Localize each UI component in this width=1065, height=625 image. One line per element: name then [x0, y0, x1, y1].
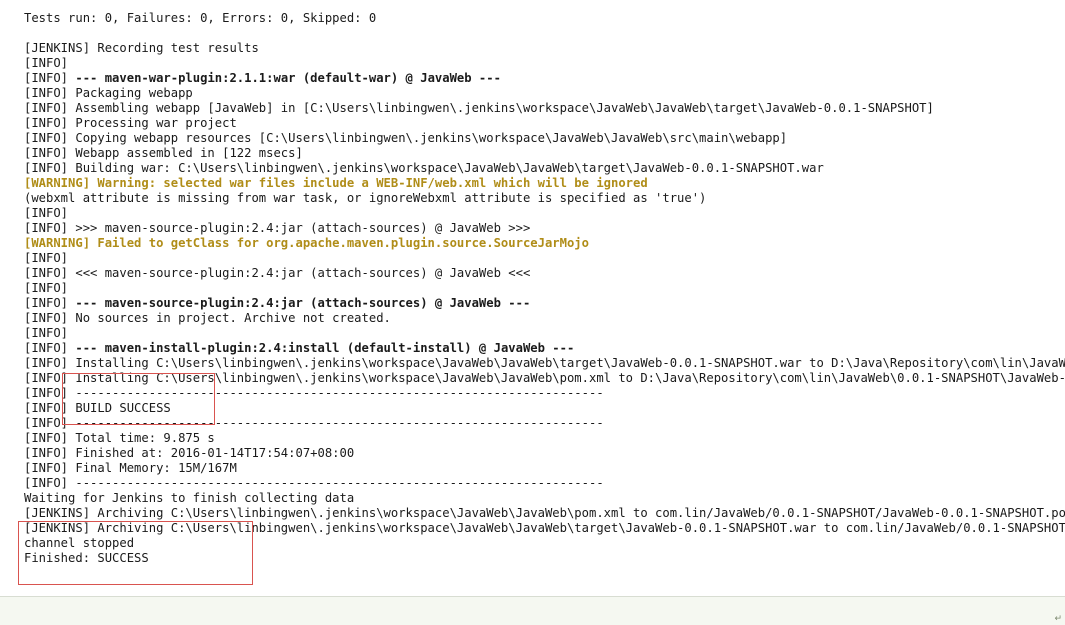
console-line: [INFO] Copying webapp resources [C:\User… [24, 131, 788, 145]
console-line: [INFO] --- maven-war-plugin:2.1.1:war (d… [24, 71, 501, 86]
log-level-tag: [INFO] [24, 341, 76, 355]
console-line: [INFO] --- maven-install-plugin:2.4:inst… [24, 341, 574, 356]
console-line: [INFO] [24, 206, 69, 220]
console-line: [INFO] ---------------------------------… [24, 476, 604, 490]
log-level-tag: [INFO] [24, 71, 76, 85]
console-line: [INFO] No sources in project. Archive no… [24, 311, 391, 325]
console-line: (webxml attribute is missing from war ta… [24, 191, 707, 205]
plugin-header-text: --- maven-install-plugin:2.4:install (de… [75, 341, 575, 355]
console-line: [INFO] --- maven-source-plugin:2.4:jar (… [24, 296, 530, 311]
console-line: [INFO] Processing war project [24, 116, 237, 130]
console-line: Waiting for Jenkins to finish collecting… [24, 491, 355, 505]
console-output-pane[interactable]: Tests run: 0, Failures: 0, Errors: 0, Sk… [0, 0, 1065, 596]
console-line: [INFO] Finished at: 2016-01-14T17:54:07+… [24, 446, 355, 460]
console-line: [INFO] Webapp assembled in [122 msecs] [24, 146, 303, 160]
console-line: [INFO] >>> maven-source-plugin:2.4:jar (… [24, 221, 531, 235]
page-footer: ↵ [0, 596, 1065, 625]
console-line: channel stopped [24, 536, 135, 550]
console-line: [INFO] Final Memory: 15M/167M [24, 461, 237, 475]
plugin-header-text: --- maven-source-plugin:2.4:jar (attach-… [75, 296, 531, 310]
log-level-tag: [INFO] [24, 296, 76, 310]
console-line: [INFO] Installing C:\Users\linbingwen\.j… [24, 356, 1065, 370]
console-line: [JENKINS] Recording test results [24, 41, 259, 55]
console-line-warning: [WARNING] Failed to getClass for org.apa… [24, 236, 589, 250]
console-line: [INFO] Packaging webapp [24, 86, 193, 100]
console-line: [INFO] [24, 326, 69, 340]
console-line: [INFO] <<< maven-source-plugin:2.4:jar (… [24, 266, 531, 280]
console-line: [INFO] ---------------------------------… [24, 416, 604, 430]
console-line-warning: [WARNING] Warning: selected war files in… [24, 176, 648, 190]
console-line: [INFO] [24, 281, 69, 295]
console-line: [JENKINS] Archiving C:\Users\linbingwen\… [24, 506, 1065, 520]
plugin-header-text: --- maven-war-plugin:2.1.1:war (default-… [75, 71, 501, 85]
console-line: Finished: SUCCESS [24, 551, 149, 565]
console-line: [INFO] Installing C:\Users\linbingwen\.j… [24, 371, 1065, 385]
console-line: [JENKINS] Archiving C:\Users\linbingwen\… [24, 521, 1065, 535]
console-line: Tests run: 0, Failures: 0, Errors: 0, Sk… [24, 11, 377, 25]
footer-mark-icon: ↵ [1054, 614, 1062, 624]
console-line: [INFO] ---------------------------------… [24, 386, 604, 400]
console-line: [INFO] [24, 56, 69, 70]
console-line: [INFO] Total time: 9.875 s [24, 431, 215, 445]
console-line: [INFO] Building war: C:\Users\linbingwen… [24, 161, 824, 175]
console-line: [INFO] Assembling webapp [JavaWeb] in [C… [24, 101, 934, 115]
console-line: [INFO] BUILD SUCCESS [24, 401, 171, 415]
console-line: [INFO] [24, 251, 69, 265]
